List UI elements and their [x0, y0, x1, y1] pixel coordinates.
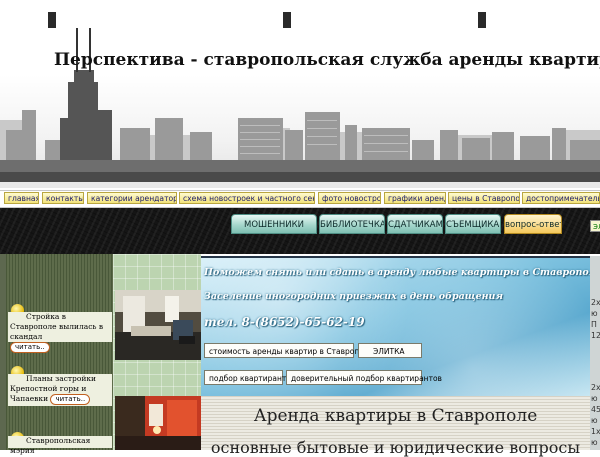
- promo-panel: Поможем снять или сдать в аренду любые к…: [201, 256, 600, 396]
- tab-library[interactable]: БИБЛИОТЕЧКА: [319, 214, 385, 234]
- news-item: Планы застройки Крепостной горы и Чапаев…: [8, 374, 112, 406]
- article-title: Аренда квартиры в Ставрополе: [253, 406, 538, 426]
- photo-column: [113, 254, 201, 450]
- site-title: Перспектива - ставропольская служба арен…: [54, 50, 600, 70]
- listing-fragment: ю: [591, 438, 598, 447]
- read-more-button[interactable]: читать..: [10, 342, 50, 353]
- promo-headline: Поможем снять или сдать в аренду любые к…: [204, 267, 600, 278]
- tenant-selection-button[interactable]: подбор квартирантов: [204, 370, 295, 385]
- promo-phone: тел. 8-(8652)-65-62-19: [204, 315, 365, 329]
- site-header: Перспектива - ставропольская служба арен…: [0, 0, 600, 188]
- news-item: Стройка в Ставрополе вылилась в скандал …: [8, 312, 112, 353]
- elite-button[interactable]: ЭЛИТКА: [358, 343, 422, 358]
- listing-fragment: ю: [591, 394, 598, 403]
- tab-landlords[interactable]: СДАТЧИКАМ: [387, 214, 443, 234]
- trusted-tenant-selection-button[interactable]: доверительный подбор квартирантов: [286, 370, 442, 385]
- listing-fragment: 12: [591, 331, 600, 340]
- promo-subline: Заселение иногородних приезжих в день об…: [204, 291, 504, 302]
- top-navigation: главная контакты категории арендаторов с…: [0, 190, 600, 208]
- article-subtitle: основные бытовые и юридические вопросы: [210, 438, 581, 457]
- nav-new-buildings-photo[interactable]: фото новостроек: [318, 192, 381, 204]
- listing-fragment: 2х: [591, 298, 600, 307]
- nav-sights[interactable]: достопримечательности: [522, 192, 600, 204]
- nav-tenant-categories[interactable]: категории арендаторов: [87, 192, 177, 204]
- listing-fragment: ю: [591, 416, 598, 425]
- listing-fragment: 1х: [591, 427, 600, 436]
- tab-fraudsters[interactable]: МОШЕННИКИ: [231, 214, 317, 234]
- listing-fragment: П: [591, 320, 597, 329]
- listing-fragment: 2х: [591, 383, 600, 392]
- nav-prices[interactable]: цены в Ставрополе: [448, 192, 520, 204]
- apartment-photo[interactable]: [115, 290, 201, 360]
- news-column: Стройка в Ставрополе вылилась в скандал …: [0, 254, 113, 455]
- tab-qa[interactable]: вопрос-ответ: [504, 214, 562, 234]
- read-more-button[interactable]: читать..: [50, 394, 91, 405]
- listing-fragment: 45: [591, 405, 600, 414]
- article-panel: Аренда квартиры в Ставрополе основные бы…: [201, 396, 590, 457]
- nav-rent-schedules[interactable]: графики аренды: [384, 192, 446, 204]
- news-item-text: Ставропольская мэрия: [10, 436, 91, 455]
- news-item: Ставропольская мэрия: [8, 436, 112, 455]
- listing-fragment: ю: [591, 309, 598, 318]
- tab-edge-partial[interactable]: ЭЛ: [590, 220, 600, 232]
- nav-contacts[interactable]: контакты: [42, 192, 84, 204]
- tab-tenants[interactable]: СЪЕМЩИКАМ: [445, 214, 501, 234]
- city-skyline-image: [0, 28, 600, 188]
- rent-cost-button[interactable]: стоимость аренды квартир в Ставрополе: [204, 343, 373, 358]
- nav-new-buildings-scheme[interactable]: схема новостроек и частного сектора: [179, 192, 315, 204]
- nav-home[interactable]: главная: [4, 192, 39, 204]
- apartment-photo[interactable]: [115, 396, 201, 450]
- news-item-text: Стройка в Ставрополе вылилась в скандал: [10, 312, 104, 341]
- listing-strip: 2х ю П 12 2х ю 45 ю 1х ю: [590, 256, 600, 450]
